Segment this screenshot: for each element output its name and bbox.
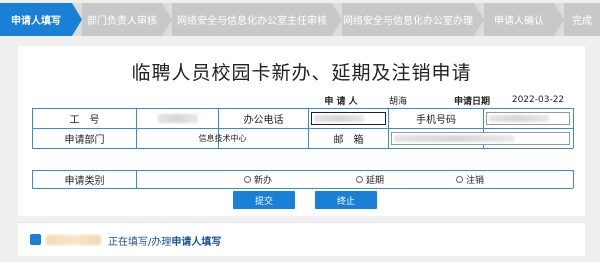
mobile-field[interactable] xyxy=(486,112,570,125)
status-text: 正在填写/办理申请人填写 xyxy=(108,237,222,248)
radio-icon xyxy=(355,176,363,183)
step-arrow-icon xyxy=(474,3,484,36)
step-office-handle[interactable]: 网络安全与信息化办公室办理 xyxy=(342,3,474,36)
step-arrow-icon xyxy=(162,3,172,36)
option-cancel-radio[interactable]: 注销 xyxy=(450,171,490,188)
application-form: 临聘人员校园卡新办、延期及注销申请 申 请 人 胡海 申请日期 2022-03-… xyxy=(18,46,585,216)
step-director-review[interactable]: 网络安全与信息化办公室主任审核 xyxy=(172,3,332,36)
emp-no-value xyxy=(158,114,198,123)
applicant-value: 胡海 xyxy=(388,96,407,107)
office-phone-field[interactable] xyxy=(311,112,386,125)
radio-icon xyxy=(243,176,251,183)
dept-value: 信息技术中心 xyxy=(198,134,247,143)
step-arrow-icon xyxy=(332,3,342,36)
terminate-button[interactable]: 终止 xyxy=(315,191,377,209)
date-label: 申请日期 xyxy=(453,96,490,107)
step-arrow-icon xyxy=(72,3,82,36)
step-complete[interactable]: 完成 xyxy=(564,3,600,36)
mobile-label: 手机号码 xyxy=(416,115,456,126)
email-field[interactable] xyxy=(391,132,570,145)
step-arrow-icon xyxy=(554,3,564,36)
email-label: 邮 箱 xyxy=(333,135,364,146)
status-panel: 正在填写/办理申请人填写 xyxy=(18,222,585,256)
step-applicant-confirm[interactable]: 申请人确认 xyxy=(484,3,554,36)
dept-label: 申请部门 xyxy=(64,135,105,146)
type-label: 申请类别 xyxy=(64,176,105,187)
option-extend-radio[interactable]: 延期 xyxy=(350,171,390,188)
submit-button[interactable]: 提交 xyxy=(233,191,295,209)
user-icon xyxy=(30,234,41,245)
option-new-radio[interactable]: 新办 xyxy=(238,171,278,188)
workflow-steps: 申请人填写 部门负责人审核 网络安全与信息化办公室主任审核 网络安全与信息化办公… xyxy=(0,3,600,36)
current-user-name xyxy=(46,235,101,245)
applicant-label: 申 请 人 xyxy=(324,96,358,107)
page-title: 临聘人员校园卡新办、延期及注销申请 xyxy=(131,62,472,84)
radio-icon xyxy=(455,176,463,183)
office-phone-label: 办公电话 xyxy=(243,115,284,126)
emp-no-label: 工 号 xyxy=(69,115,100,126)
date-value: 2022-03-22 xyxy=(511,95,565,105)
step-applicant-fill[interactable]: 申请人填写 xyxy=(0,3,72,36)
step-dept-review[interactable]: 部门负责人审核 xyxy=(82,3,162,36)
